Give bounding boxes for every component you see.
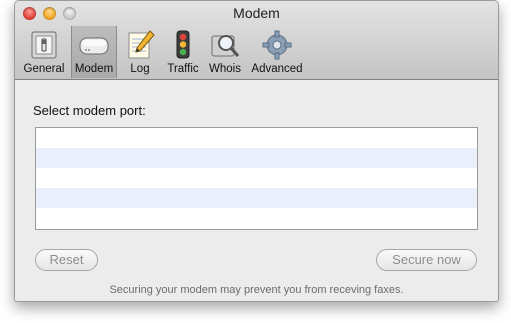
list-item[interactable] [36, 168, 477, 188]
modem-preferences-window: Modem General Modem Log Traffic Whois Ad… [14, 0, 499, 302]
toolbar-item-advanced[interactable]: Advanced [247, 26, 307, 78]
toolbar-label-general: General [23, 63, 65, 75]
gear-icon [262, 30, 292, 60]
toolbar-item-log[interactable]: Log [119, 26, 161, 78]
modem-port-list[interactable] [35, 127, 478, 230]
toolbar-item-modem[interactable]: Modem [71, 26, 117, 78]
toolbar-label-whois: Whois [209, 63, 241, 75]
window-title: Modem [233, 5, 280, 21]
magnifier-icon [211, 35, 240, 57]
secure-now-button[interactable]: Secure now [376, 249, 477, 271]
list-item[interactable] [36, 208, 477, 228]
list-item[interactable] [36, 188, 477, 208]
window-toolbar: Modem General Modem Log Traffic Whois Ad… [15, 1, 498, 80]
toolbar-item-general[interactable]: General [19, 26, 69, 78]
modem-port-label: Select modem port: [33, 103, 146, 118]
traffic-light-icon [176, 30, 190, 59]
toolbar-label-modem: Modem [74, 63, 114, 75]
toolbar-label-log: Log [130, 63, 150, 75]
toolbar-label-advanced: Advanced [251, 63, 303, 75]
modem-icon [79, 37, 109, 55]
toolbar-item-whois[interactable]: Whois [205, 26, 245, 78]
reset-button[interactable]: Reset [35, 249, 98, 271]
list-item[interactable] [36, 128, 477, 148]
light-switch-icon [31, 31, 57, 59]
list-item[interactable] [36, 148, 477, 168]
toolbar-item-traffic[interactable]: Traffic [163, 26, 203, 78]
fax-warning-note: Securing your modem may prevent you from… [109, 284, 404, 296]
toolbar-label-traffic: Traffic [167, 63, 199, 75]
notepad-pencil-icon [128, 30, 155, 59]
